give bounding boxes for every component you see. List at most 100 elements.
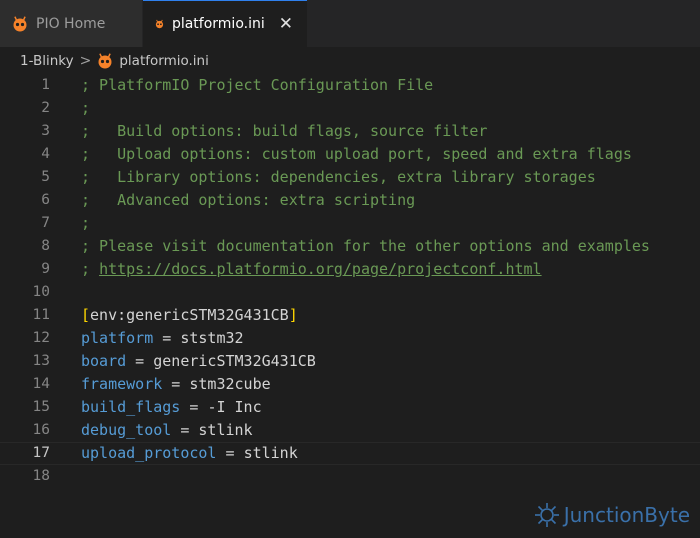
platformio-icon [13, 15, 27, 31]
line-number: 6 [41, 192, 50, 208]
line-number: 3 [41, 123, 50, 139]
comment-text: ; Advanced options: extra scripting [81, 191, 416, 209]
line-number: 11 [32, 307, 50, 323]
tab-bar-empty-area [307, 0, 700, 47]
comment-text: ; PlatformIO Project Configuration File [81, 76, 434, 94]
config-key: framework [81, 375, 163, 393]
config-key: debug_tool [81, 421, 172, 439]
assignment-operator: = [171, 421, 199, 439]
line-number: 4 [41, 146, 50, 162]
line-code: ; Build options: build flags, source fil… [81, 120, 487, 143]
line-code: debug_tool = stlink [81, 419, 253, 442]
line-number: 13 [32, 353, 50, 369]
line-code: [env:genericSTM32G431CB] [81, 304, 298, 327]
comment-text: ; Please visit documentation for the oth… [81, 237, 650, 255]
platformio-icon [98, 52, 112, 68]
line-code: build_flags = -I Inc [81, 396, 262, 419]
line-code: ; PlatformIO Project Configuration File [81, 74, 433, 97]
code-editor[interactable]: 1 ; PlatformIO Project Configuration File… [0, 74, 700, 538]
code-line[interactable]: 17 upload_protocol = stlink [0, 442, 700, 465]
breadcrumb-folder[interactable]: 1-Blinky [20, 53, 74, 69]
comment-text: ; [81, 99, 91, 117]
line-number: 10 [32, 284, 50, 300]
line-number: 14 [32, 376, 50, 392]
close-icon[interactable]: ✕ [279, 14, 293, 34]
tab-label: PIO Home [36, 15, 106, 32]
assignment-operator: = [162, 375, 190, 393]
line-number: 16 [32, 422, 50, 438]
code-line[interactable]: 11 [env:genericSTM32G431CB] [0, 304, 700, 327]
config-value: genericSTM32G431CB [153, 352, 316, 370]
line-number: 5 [41, 169, 50, 185]
line-code: ; Advanced options: extra scripting [81, 189, 415, 212]
assignment-operator: = [153, 329, 181, 347]
line-number: 9 [41, 261, 50, 277]
line-code: ; Please visit documentation for the oth… [81, 235, 650, 258]
code-line[interactable]: 15 build_flags = -I Inc [0, 396, 700, 419]
line-code: ; [81, 97, 90, 120]
chevron-right-icon: > [79, 52, 92, 69]
code-line[interactable]: 4 ; Upload options: custom upload port, s… [0, 143, 700, 166]
breadcrumb: 1-Blinky > platformio.ini [0, 47, 700, 74]
code-line[interactable]: 1 ; PlatformIO Project Configuration File [0, 74, 700, 97]
code-line[interactable]: 9; https://docs.platformio.org/page/proj… [0, 258, 700, 281]
config-value: -I Inc [207, 398, 262, 416]
tab-pio-home[interactable]: PIO Home [0, 0, 143, 47]
line-number: 18 [32, 468, 50, 484]
line-number: 7 [41, 215, 50, 231]
code-line[interactable]: 5 ; Library options: dependencies, extra … [0, 166, 700, 189]
config-value: stm32cube [189, 375, 271, 393]
line-code: ; [81, 212, 90, 235]
config-key: build_flags [81, 398, 181, 416]
code-line[interactable]: 6 ; Advanced options: extra scripting [0, 189, 700, 212]
line-code: ; Upload options: custom upload port, sp… [81, 143, 632, 166]
documentation-link[interactable]: https://docs.platformio.org/page/project… [99, 260, 542, 278]
tab-platformio-ini[interactable]: platformio.ini ✕ [143, 0, 307, 47]
code-line[interactable]: 14 framework = stm32cube [0, 373, 700, 396]
assignment-operator: = [216, 444, 244, 462]
line-code: ; Library options: dependencies, extra l… [81, 166, 596, 189]
section-open-bracket: [ [81, 306, 91, 324]
code-line[interactable]: 13 board = genericSTM32G431CB [0, 350, 700, 373]
line-number: 17 [32, 445, 50, 461]
comment-text: ; Build options: build flags, source fil… [81, 122, 488, 140]
comment-text: ; Upload options: custom upload port, sp… [81, 145, 632, 163]
line-code: framework = stm32cube [81, 373, 271, 396]
config-value: stlink [243, 444, 298, 462]
code-line[interactable]: 12 platform = ststm32 [0, 327, 700, 350]
config-key: platform [81, 329, 154, 347]
tab-bar: PIO Home platformio.ini ✕ [0, 0, 700, 47]
line-number: 2 [41, 100, 50, 116]
code-line[interactable]: 7; [0, 212, 700, 235]
breadcrumb-file[interactable]: platformio.ini [119, 53, 208, 69]
comment-prefix: ; [81, 260, 100, 278]
line-number: 1 [41, 77, 50, 93]
config-key: upload_protocol [81, 444, 217, 462]
assignment-operator: = [180, 398, 208, 416]
comment-text: ; Library options: dependencies, extra l… [81, 168, 596, 186]
code-line[interactable]: 16 debug_tool = stlink [0, 419, 700, 442]
assignment-operator: = [126, 352, 154, 370]
line-code: upload_protocol = stlink [81, 443, 298, 464]
config-value: stlink [198, 421, 253, 439]
code-line[interactable]: 10 [0, 281, 700, 304]
comment-text: ; [81, 214, 91, 232]
section-name: env:genericSTM32G431CB [90, 306, 289, 324]
line-number: 12 [32, 330, 50, 346]
line-number: 15 [32, 399, 50, 415]
watermark: JunctionByte [534, 502, 690, 528]
line-number: 8 [41, 238, 50, 254]
code-line[interactable]: 18 [0, 465, 700, 488]
code-line[interactable]: 2; [0, 97, 700, 120]
code-line[interactable]: 3 ; Build options: build flags, source fi… [0, 120, 700, 143]
config-key: board [81, 352, 127, 370]
line-code: board = genericSTM32G431CB [81, 350, 316, 373]
tab-label: platformio.ini [171, 16, 265, 32]
line-code: platform = ststm32 [81, 327, 244, 350]
watermark-text: JunctionByte [563, 503, 690, 527]
junctionbyte-logo-icon [534, 503, 559, 527]
code-line[interactable]: 8 ; Please visit documentation for the ot… [0, 235, 700, 258]
line-code: ; https://docs.platformio.org/page/proje… [81, 258, 542, 281]
platformio-icon [155, 19, 164, 29]
section-close-bracket: ] [288, 306, 298, 324]
